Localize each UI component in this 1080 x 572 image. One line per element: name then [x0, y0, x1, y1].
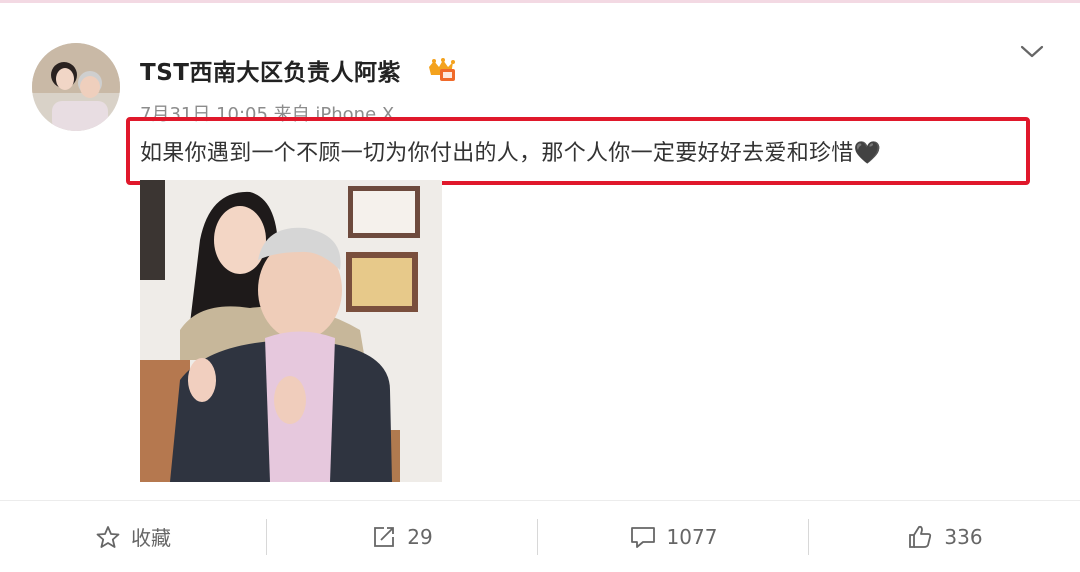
comment-icon — [630, 526, 655, 548]
comment-count: 1077 — [666, 524, 718, 549]
like-button[interactable]: 336 — [809, 501, 1080, 572]
repost-button[interactable]: 29 — [267, 501, 537, 572]
favorite-button[interactable]: 收藏 — [0, 501, 266, 572]
comment-button[interactable]: 1077 — [538, 501, 808, 572]
highlight-box — [126, 117, 1030, 185]
post-photo[interactable] — [140, 180, 442, 482]
repost-icon — [374, 526, 395, 547]
username[interactable]: TST西南大区负责人阿紫 — [140, 53, 401, 87]
action-bar: 收藏 29 1077 336 — [0, 501, 1080, 572]
user-avatar[interactable] — [32, 43, 120, 131]
repost-count: 29 — [407, 524, 433, 549]
star-icon — [96, 525, 120, 548]
vip-crown-icon[interactable] — [426, 57, 456, 83]
thumbs-up-icon — [909, 525, 932, 548]
like-count: 336 — [944, 524, 983, 549]
favorite-label: 收藏 — [131, 526, 171, 550]
weibo-post-card: TST西南大区负责人阿紫 7月31日 10:05 来自 iPhone X 如果你… — [0, 3, 1080, 569]
chevron-down-icon[interactable] — [1018, 41, 1046, 63]
